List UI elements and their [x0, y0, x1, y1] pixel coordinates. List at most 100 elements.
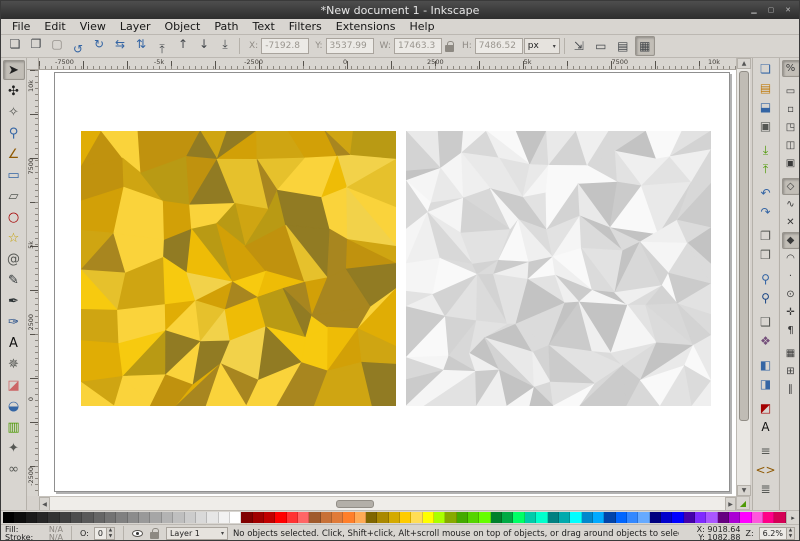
menu-layer[interactable]: Layer — [113, 19, 158, 34]
palette-swatch[interactable] — [116, 512, 127, 523]
text-dialog-button[interactable]: A — [755, 418, 777, 436]
palette-swatch[interactable] — [604, 512, 615, 523]
rectangle-tool[interactable]: ▭ — [3, 165, 25, 185]
palette-swatch[interactable] — [150, 512, 161, 523]
lower-to-bottom-button[interactable]: ⤓ — [215, 34, 235, 54]
star-tool[interactable]: ☆ — [3, 228, 25, 248]
palette-swatch[interactable] — [638, 512, 649, 523]
palette-swatch[interactable] — [264, 512, 275, 523]
move-gradients-toggle[interactable]: ▤ — [613, 36, 633, 56]
palette-swatch[interactable] — [400, 512, 411, 523]
measure-tool[interactable]: ∠ — [3, 144, 25, 164]
dropper-tool[interactable]: ✦ — [3, 438, 25, 458]
palette-swatch[interactable] — [479, 512, 490, 523]
zoom-spinner[interactable]: 6.2% ▲▼ — [759, 527, 795, 540]
scroll-down-arrow[interactable]: ▼ — [737, 485, 751, 496]
palette-swatch[interactable] — [763, 512, 774, 523]
zoom-to-page-button[interactable]: ⚲ — [755, 289, 777, 307]
menu-object[interactable]: Object — [158, 19, 208, 34]
palette-swatch[interactable] — [139, 512, 150, 523]
pen-tool[interactable]: ✒ — [3, 291, 25, 311]
text-tool[interactable]: A — [3, 333, 25, 353]
fill-stroke-dialog-button[interactable]: ◩ — [755, 399, 777, 417]
palette-swatch[interactable] — [389, 512, 400, 523]
flip-vertical-button[interactable]: ⇅ — [131, 34, 151, 54]
snap-smooth-node-toggle[interactable]: ◠ — [782, 250, 800, 267]
palette-swatch[interactable] — [219, 512, 230, 523]
palette-swatch[interactable] — [343, 512, 354, 523]
maximize-button[interactable]: ▢ — [765, 4, 777, 16]
palette-swatch[interactable] — [196, 512, 207, 523]
scroll-right-arrow[interactable]: ▶ — [725, 497, 736, 511]
palette-swatch[interactable] — [48, 512, 59, 523]
raise-button[interactable]: ↑ — [173, 34, 193, 54]
snap-bbox-midpoint-toggle[interactable]: ◫ — [782, 137, 800, 154]
snap-grid-toggle[interactable]: ⊞ — [782, 363, 800, 380]
layer-dropdown[interactable]: Layer 1 ▾ — [166, 527, 228, 540]
spray-tool[interactable]: ✵ — [3, 354, 25, 374]
gray-lowpoly-image[interactable] — [406, 131, 711, 406]
palette-swatch[interactable] — [672, 512, 683, 523]
palette-swatch[interactable] — [71, 512, 82, 523]
palette-swatch[interactable] — [513, 512, 524, 523]
palette-swatch[interactable] — [309, 512, 320, 523]
palette-swatch[interactable] — [502, 512, 513, 523]
xml-editor-button[interactable]: <> — [755, 461, 777, 479]
selector-tool[interactable]: ➤ — [3, 60, 25, 80]
palette-swatch[interactable] — [445, 512, 456, 523]
palette-swatch[interactable] — [457, 512, 468, 523]
group-objects-button[interactable]: ◧ — [755, 356, 777, 374]
copy-button[interactable]: ❐ — [755, 227, 777, 245]
raise-to-top-button[interactable]: ⤒ — [152, 39, 172, 59]
snap-rotation-center-toggle[interactable]: ✛ — [782, 304, 800, 321]
palette-swatch[interactable] — [752, 512, 763, 523]
snap-bbox-toggle[interactable]: ▭ — [782, 83, 800, 100]
zoom-to-drawing-button[interactable]: ⚲ — [755, 270, 777, 288]
palette-swatch[interactable] — [241, 512, 252, 523]
palette-swatch[interactable] — [105, 512, 116, 523]
vertical-scrollbar[interactable]: ▲ ▼ — [736, 58, 750, 496]
pencil-tool[interactable]: ✎ — [3, 270, 25, 290]
gradient-tool[interactable]: ▥ — [3, 417, 25, 437]
palette-swatch[interactable] — [729, 512, 740, 523]
palette-swatch[interactable] — [185, 512, 196, 523]
ellipse-tool[interactable]: ○ — [3, 207, 25, 227]
close-button[interactable]: ✕ — [782, 4, 794, 16]
palette-swatch[interactable] — [616, 512, 627, 523]
tweak-tool[interactable]: ✧ — [3, 102, 25, 122]
palette-swatch[interactable] — [423, 512, 434, 523]
palette-swatch[interactable] — [26, 512, 37, 523]
yellow-lowpoly-image[interactable] — [81, 131, 396, 406]
layers-dialog-button[interactable]: ≣ — [755, 480, 777, 498]
palette-swatch[interactable] — [411, 512, 422, 523]
palette-swatch[interactable] — [332, 512, 343, 523]
palette-swatch[interactable] — [162, 512, 173, 523]
rotate-cw-button[interactable]: ↻ — [89, 34, 109, 54]
menu-view[interactable]: View — [73, 19, 113, 34]
snap-path-toggle[interactable]: ∿ — [782, 196, 800, 213]
snap-cusp-node-toggle[interactable]: ◆ — [782, 232, 800, 249]
palette-swatch[interactable] — [298, 512, 309, 523]
select-all-layers-button[interactable]: ❐ — [26, 34, 46, 54]
unit-dropdown[interactable]: px ▾ — [524, 38, 560, 54]
snap-page-border-toggle[interactable]: ▦ — [782, 345, 800, 362]
scale-corners-toggle[interactable]: ▭ — [591, 36, 611, 56]
palette-swatch[interactable] — [128, 512, 139, 523]
palette-swatch[interactable] — [684, 512, 695, 523]
palette-swatch[interactable] — [94, 512, 105, 523]
palette-swatch[interactable] — [468, 512, 479, 523]
palette-swatch[interactable] — [718, 512, 729, 523]
horizontal-ruler[interactable]: -7500-5k-2500025005k750010k — [39, 58, 736, 70]
snap-object-center-toggle[interactable]: ⊙ — [782, 286, 800, 303]
scroll-up-arrow[interactable]: ▲ — [737, 58, 751, 69]
select-all-button[interactable]: ❏ — [5, 34, 25, 54]
snap-bbox-center-toggle[interactable]: ▣ — [782, 155, 800, 172]
menu-filters[interactable]: Filters — [282, 19, 329, 34]
import-image-button[interactable]: ⤓ — [755, 141, 777, 159]
palette-swatch[interactable] — [253, 512, 264, 523]
minimize-button[interactable]: ▁ — [748, 4, 760, 16]
spinner-arrows-icon[interactable]: ▲▼ — [786, 528, 794, 539]
create-clone-button[interactable]: ❖ — [755, 332, 777, 350]
palette-swatch[interactable] — [559, 512, 570, 523]
palette-scroll-right-button[interactable]: ▸ — [786, 511, 799, 524]
